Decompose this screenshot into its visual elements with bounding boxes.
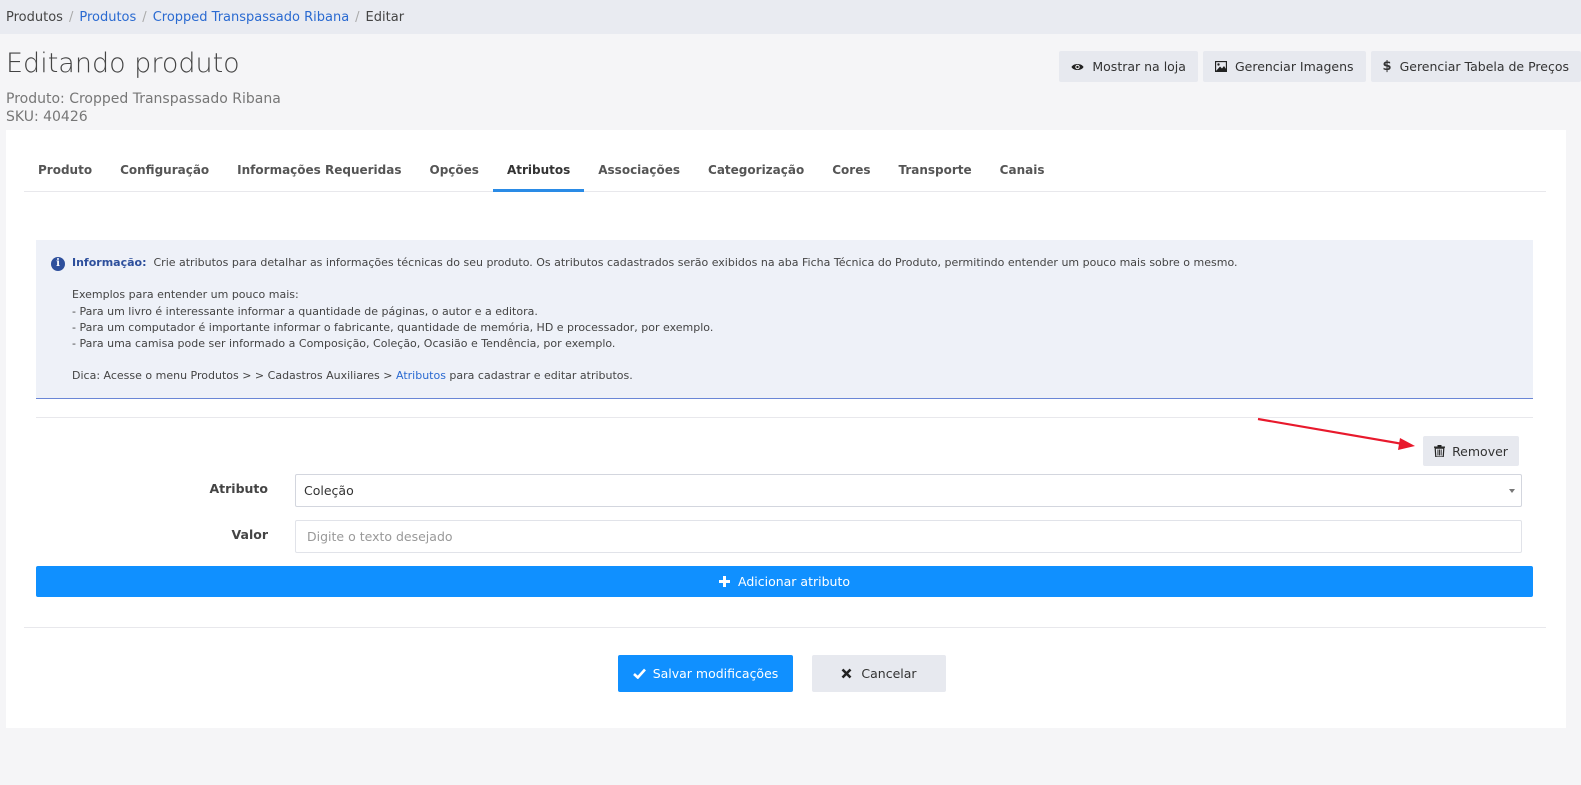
remove-attribute-button[interactable]: Remover: [1423, 436, 1519, 466]
tab-produto[interactable]: Produto: [24, 154, 106, 192]
example-item: - Para um livro é interessante informar …: [72, 304, 538, 318]
info-alert: i Informação: Crie atributos para detalh…: [36, 240, 1533, 399]
product-name: Produto: Cropped Transpassado Ribana: [6, 91, 281, 107]
header-actions: Mostrar na loja Gerenciar Imagens $ Gere…: [1059, 51, 1581, 82]
breadcrumb-separator: /: [355, 9, 360, 25]
tab-informacoes-requeridas[interactable]: Informações Requeridas: [223, 154, 415, 192]
product-info: Produto: Cropped Transpassado Ribana SKU…: [6, 90, 281, 126]
plus-icon: [718, 576, 730, 587]
example-item: - Para um computador é importante inform…: [72, 320, 714, 334]
breadcrumb-current: Editar: [365, 9, 405, 25]
save-button[interactable]: Salvar modificações: [618, 655, 793, 692]
info-icon: i: [51, 257, 65, 271]
tip-prefix: Dica: Acesse o menu Produtos > > Cadastr…: [72, 369, 396, 383]
show-in-store-label: Mostrar na loja: [1092, 59, 1186, 74]
trash-icon: [1434, 445, 1446, 457]
dollar-icon: $: [1382, 59, 1392, 74]
info-paragraph: Informação: Crie atributos para detalhar…: [72, 255, 1533, 271]
image-icon: [1214, 61, 1227, 72]
product-edit-card: Produto Configuração Informações Requeri…: [6, 130, 1566, 728]
attribute-select[interactable]: Coleção: [295, 474, 1522, 507]
tab-categorizacao[interactable]: Categorização: [694, 154, 818, 192]
tab-associacoes[interactable]: Associações: [584, 154, 694, 192]
info-label: Informação:: [72, 256, 147, 269]
attribute-select-value: Coleção: [304, 483, 354, 498]
breadcrumb-link-product[interactable]: Cropped Transpassado Ribana: [153, 10, 349, 25]
breadcrumb-link-products[interactable]: Produtos: [79, 10, 136, 25]
manage-price-table-label: Gerenciar Tabela de Preços: [1399, 59, 1569, 74]
remove-label: Remover: [1452, 443, 1508, 459]
check-icon: [632, 668, 646, 679]
tab-cores[interactable]: Cores: [818, 154, 884, 192]
example-item: - Para uma camisa pode ser informado a C…: [72, 337, 616, 351]
breadcrumb: Produtos / Produtos / Cropped Transpassa…: [0, 0, 1581, 34]
close-icon: [841, 668, 852, 679]
tab-configuracao[interactable]: Configuração: [106, 154, 223, 192]
annotation-arrow: [1257, 417, 1415, 450]
show-in-store-button[interactable]: Mostrar na loja: [1059, 51, 1198, 82]
tip-line: Dica: Acesse o menu Produtos > > Cadastr…: [72, 368, 1533, 384]
manage-images-label: Gerenciar Imagens: [1234, 59, 1354, 74]
breadcrumb-root: Produtos: [6, 9, 63, 25]
manage-images-button[interactable]: Gerenciar Imagens: [1202, 51, 1366, 82]
breadcrumb-separator: /: [68, 9, 74, 25]
breadcrumb-separator: /: [142, 9, 147, 25]
info-text: Crie atributos para detalhar as informaç…: [153, 256, 1238, 269]
tab-canais[interactable]: Canais: [986, 154, 1059, 192]
page-title: Editando produto: [6, 48, 240, 79]
tab-atributos[interactable]: Atributos: [492, 154, 585, 192]
cancel-button[interactable]: Cancelar: [812, 655, 946, 692]
chevron-down-icon: [1509, 489, 1515, 493]
tip-suffix: para cadastrar e editar atributos.: [445, 369, 633, 383]
add-attribute-button[interactable]: Adicionar atributo: [36, 566, 1533, 597]
tab-transporte[interactable]: Transporte: [884, 154, 985, 192]
tab-opcoes[interactable]: Opções: [416, 154, 493, 192]
value-input[interactable]: [295, 520, 1522, 553]
eye-icon: [1071, 62, 1084, 72]
tab-bar: Produto Configuração Informações Requeri…: [24, 154, 1546, 192]
manage-price-table-button[interactable]: $ Gerenciar Tabela de Preços: [1370, 51, 1581, 82]
section-divider: [36, 417, 1533, 418]
attributes-link[interactable]: Atributos: [396, 369, 446, 382]
save-label: Salvar modificações: [652, 666, 779, 681]
cancel-label: Cancelar: [861, 666, 917, 681]
examples-title: Exemplos para entender um pouco mais:: [72, 288, 299, 302]
product-sku: SKU: 40426: [6, 109, 88, 125]
attribute-label: Atributo: [209, 481, 268, 496]
page-header: Editando produto Produto: Cropped Transp…: [0, 34, 1581, 130]
value-label: Valor: [231, 527, 268, 542]
add-attribute-label: Adicionar atributo: [737, 574, 850, 589]
footer-divider: [24, 627, 1546, 628]
